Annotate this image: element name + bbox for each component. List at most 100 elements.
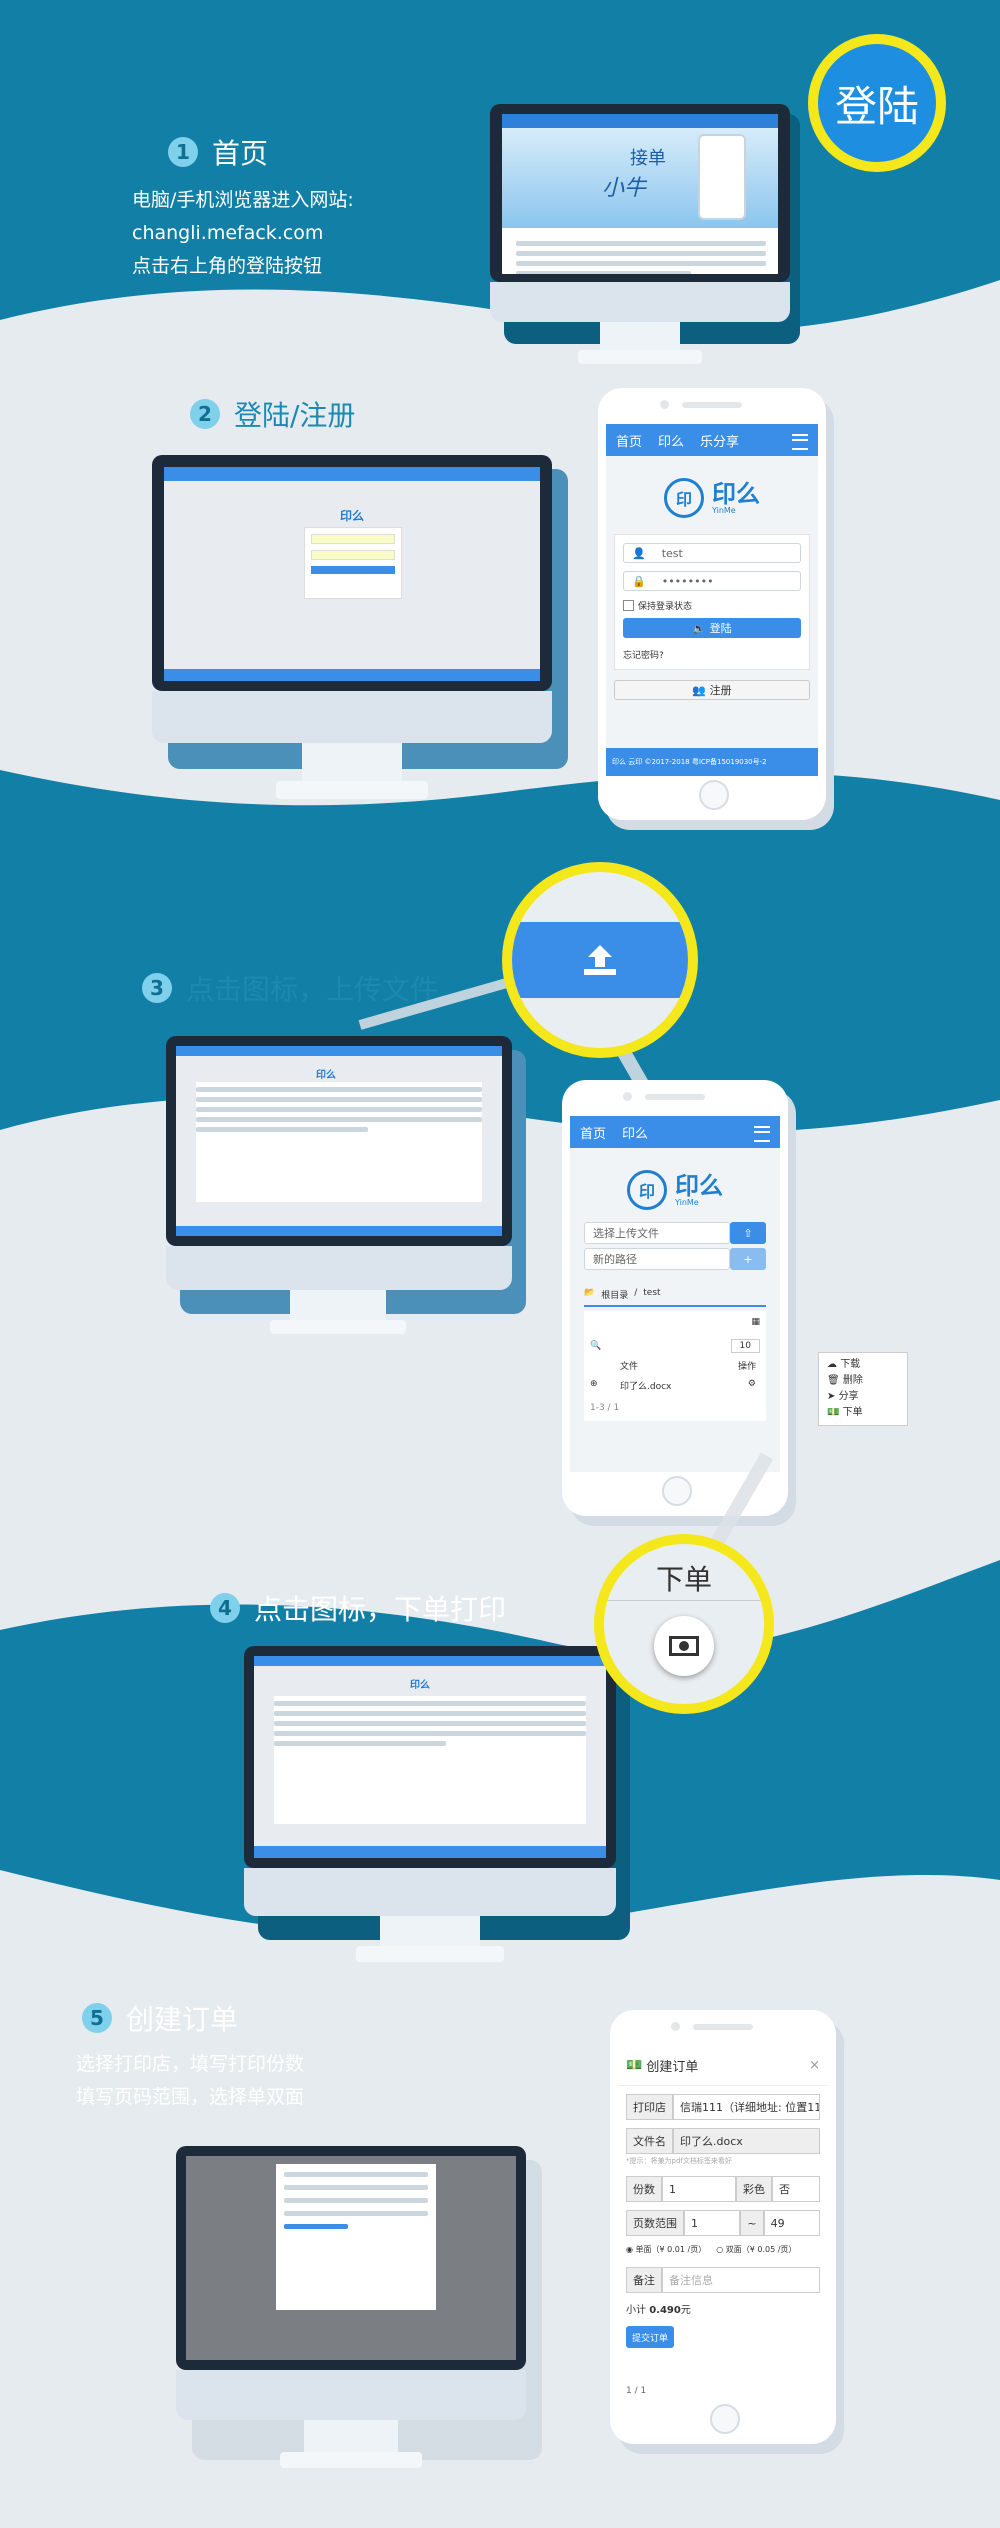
plus-icon: + <box>743 1252 753 1266</box>
breadcrumb: 📂 根目录 / test <box>584 1288 766 1307</box>
copies-input[interactable]: 1 <box>662 2176 736 2202</box>
search-icon[interactable]: 🔍 <box>590 1341 601 1351</box>
monitor-order: 印么 <box>244 1646 630 1976</box>
order-button-zoom[interactable] <box>654 1616 714 1676</box>
submit-order-button[interactable]: 提交订单 <box>626 2326 674 2348</box>
pager: 1 / 1 <box>626 2386 647 2396</box>
money-icon <box>669 1636 699 1656</box>
username-input[interactable]: test <box>662 547 683 560</box>
login-button-zoom[interactable]: 登陆 <box>818 44 936 162</box>
desc-line: 选择打印店，填写打印份数 <box>76 2053 305 2075</box>
row-plus-icon[interactable]: ⊕ <box>590 1379 598 1389</box>
folder-icon: 📂 <box>584 1288 596 1298</box>
home-button[interactable] <box>662 1476 692 1506</box>
monitor-home: 接单 小牛 <box>490 104 800 374</box>
register-button-label: 注册 <box>709 684 732 697</box>
crumb-root[interactable]: 根目录 <box>601 1288 628 1301</box>
single-radio[interactable]: ◉ 单面（¥ 0.01 /页） <box>626 2244 706 2255</box>
menu-icon[interactable] <box>754 1126 770 1142</box>
phone-login: 首页 印么 乐分享 印 印么 YinMe 👤 test 🔒 •••••••• 保持登… <box>598 388 826 820</box>
nav-yinme[interactable]: 印么 <box>658 431 684 450</box>
gear-icon[interactable]: ⚙ <box>748 1379 756 1389</box>
dialog-header: 💵 创建订单 × <box>618 2046 828 2086</box>
col-name: 文件 <box>620 1362 639 1372</box>
volume-icon: 🔈 <box>692 621 710 635</box>
upload-callout <box>502 862 698 1058</box>
step-3-title: 3 点击图标，上传文件 <box>142 968 438 1008</box>
create-order-screen <box>186 2156 516 2360</box>
col-op: 操作 <box>737 1362 756 1372</box>
hint-text: *提示：将兼为pdf文档标签来看好 <box>626 2157 732 2165</box>
dialog-title: 创建订单 <box>646 2060 699 2075</box>
money-icon: 💵 <box>626 2058 647 2073</box>
close-icon[interactable]: × <box>809 2058 820 2073</box>
desc-line: 电脑/手机浏览器进入网站: <box>132 189 354 211</box>
brand-logo: 印 印么 YinMe <box>606 478 818 518</box>
add-path-button[interactable]: + <box>730 1248 766 1270</box>
remember-checkbox[interactable] <box>623 600 634 611</box>
password-input[interactable]: •••••••• <box>662 575 714 588</box>
site-link[interactable]: changli.mefack.com <box>132 217 354 250</box>
order-label-zoom: 下单 <box>655 1563 712 1596</box>
file-name[interactable]: 印了么.docx <box>620 1379 671 1392</box>
forgot-link[interactable]: 忘记密码? <box>623 648 801 661</box>
home-button[interactable] <box>710 2404 740 2434</box>
home-button[interactable] <box>699 780 729 810</box>
monitor-upload: 印么 <box>166 1036 526 1346</box>
register-button[interactable]: 👥 注册 <box>614 680 810 700</box>
color-select[interactable]: 否 <box>772 2176 820 2202</box>
range-separator: ~ <box>740 2210 764 2236</box>
page-size-select[interactable]: 10 <box>730 1339 760 1353</box>
note-input[interactable]: 备注信息 <box>662 2267 820 2293</box>
step-number: 4 <box>210 1593 240 1623</box>
nav-home[interactable]: 首页 <box>580 1123 606 1142</box>
menu-share[interactable]: ➤ 分享 <box>827 1389 899 1405</box>
upload-button-zoom[interactable] <box>512 922 688 998</box>
lock-icon: 🔒 <box>632 574 646 588</box>
order-callout: 下单 <box>594 1534 774 1714</box>
upload-screen: 印么 <box>176 1046 502 1236</box>
path-input[interactable]: 新的路径 <box>584 1248 730 1270</box>
menu-download[interactable]: ☁ 下载 <box>827 1357 899 1373</box>
phone-create-order: 💵 创建订单 × 打印店 信瑞111（详细地址: 位置11） 文件名 印了么.doc… <box>610 2010 836 2444</box>
login-form: 👤 test 🔒 •••••••• 保持登录状态 🔈 登陆 忘记密码? <box>614 534 810 670</box>
user-plus-icon: 👥 <box>692 683 710 697</box>
path-picker: 新的路径 + <box>584 1248 766 1270</box>
menu-icon[interactable] <box>792 434 808 450</box>
note-label: 备注 <box>626 2267 662 2293</box>
file-row: 文件名 印了么.docx <box>626 2128 820 2154</box>
nav-share[interactable]: 乐分享 <box>700 431 739 450</box>
range-to-input[interactable]: 49 <box>763 2210 820 2236</box>
step-5-description: 选择打印店，填写打印份数 填写页码范围，选择单双面 <box>76 2048 304 2114</box>
step-label: 点击图标，上传文件 <box>186 973 439 1006</box>
step-1-title: 1 首页 <box>168 132 268 172</box>
menu-delete[interactable]: 🗑 删除 <box>827 1373 899 1389</box>
color-label: 彩色 <box>736 2176 772 2202</box>
upload-page: 首页 印么 印 印么 YinMe 选择上传文件 ⇧ 新的路径 + 📂 根目录 / te… <box>570 1116 780 1472</box>
subtotal: 小计 0.490元 <box>626 2305 691 2316</box>
remember-label: 保持登录状态 <box>638 602 693 612</box>
step-number: 1 <box>168 137 198 167</box>
upload-button[interactable]: ⇧ <box>730 1222 766 1244</box>
step-label: 创建订单 <box>126 2003 239 2036</box>
upload-icon: ⇧ <box>743 1226 753 1240</box>
menu-order[interactable]: 💵 下单 <box>827 1405 899 1421</box>
step-4-title: 4 点击图标，下单打印 <box>210 1588 506 1628</box>
double-radio[interactable]: ○ 双面（¥ 0.05 /页） <box>716 2244 796 2255</box>
desc-line: 填写页码范围，选择单双面 <box>76 2086 305 2108</box>
login-button[interactable]: 🔈 登陆 <box>623 618 801 638</box>
file-input[interactable]: 选择上传文件 <box>584 1222 730 1244</box>
step-number: 3 <box>142 973 172 1003</box>
nav-home[interactable]: 首页 <box>616 431 642 450</box>
login-button-label: 登陆 <box>709 622 732 635</box>
brand-name: 印么 <box>675 1171 723 1200</box>
crumb-folder[interactable]: test <box>643 1288 660 1301</box>
grid-icon[interactable]: ▦ <box>751 1317 760 1327</box>
note-row: 备注 备注信息 <box>626 2267 820 2293</box>
nav-yinme[interactable]: 印么 <box>622 1123 648 1142</box>
top-nav: 首页 印么 乐分享 <box>606 424 818 456</box>
shop-select[interactable]: 信瑞111（详细地址: 位置11） <box>673 2094 820 2120</box>
brand-name: 印么 <box>712 479 760 508</box>
range-from-input[interactable]: 1 <box>684 2210 741 2236</box>
send-icon: ➤ <box>827 1391 839 1402</box>
